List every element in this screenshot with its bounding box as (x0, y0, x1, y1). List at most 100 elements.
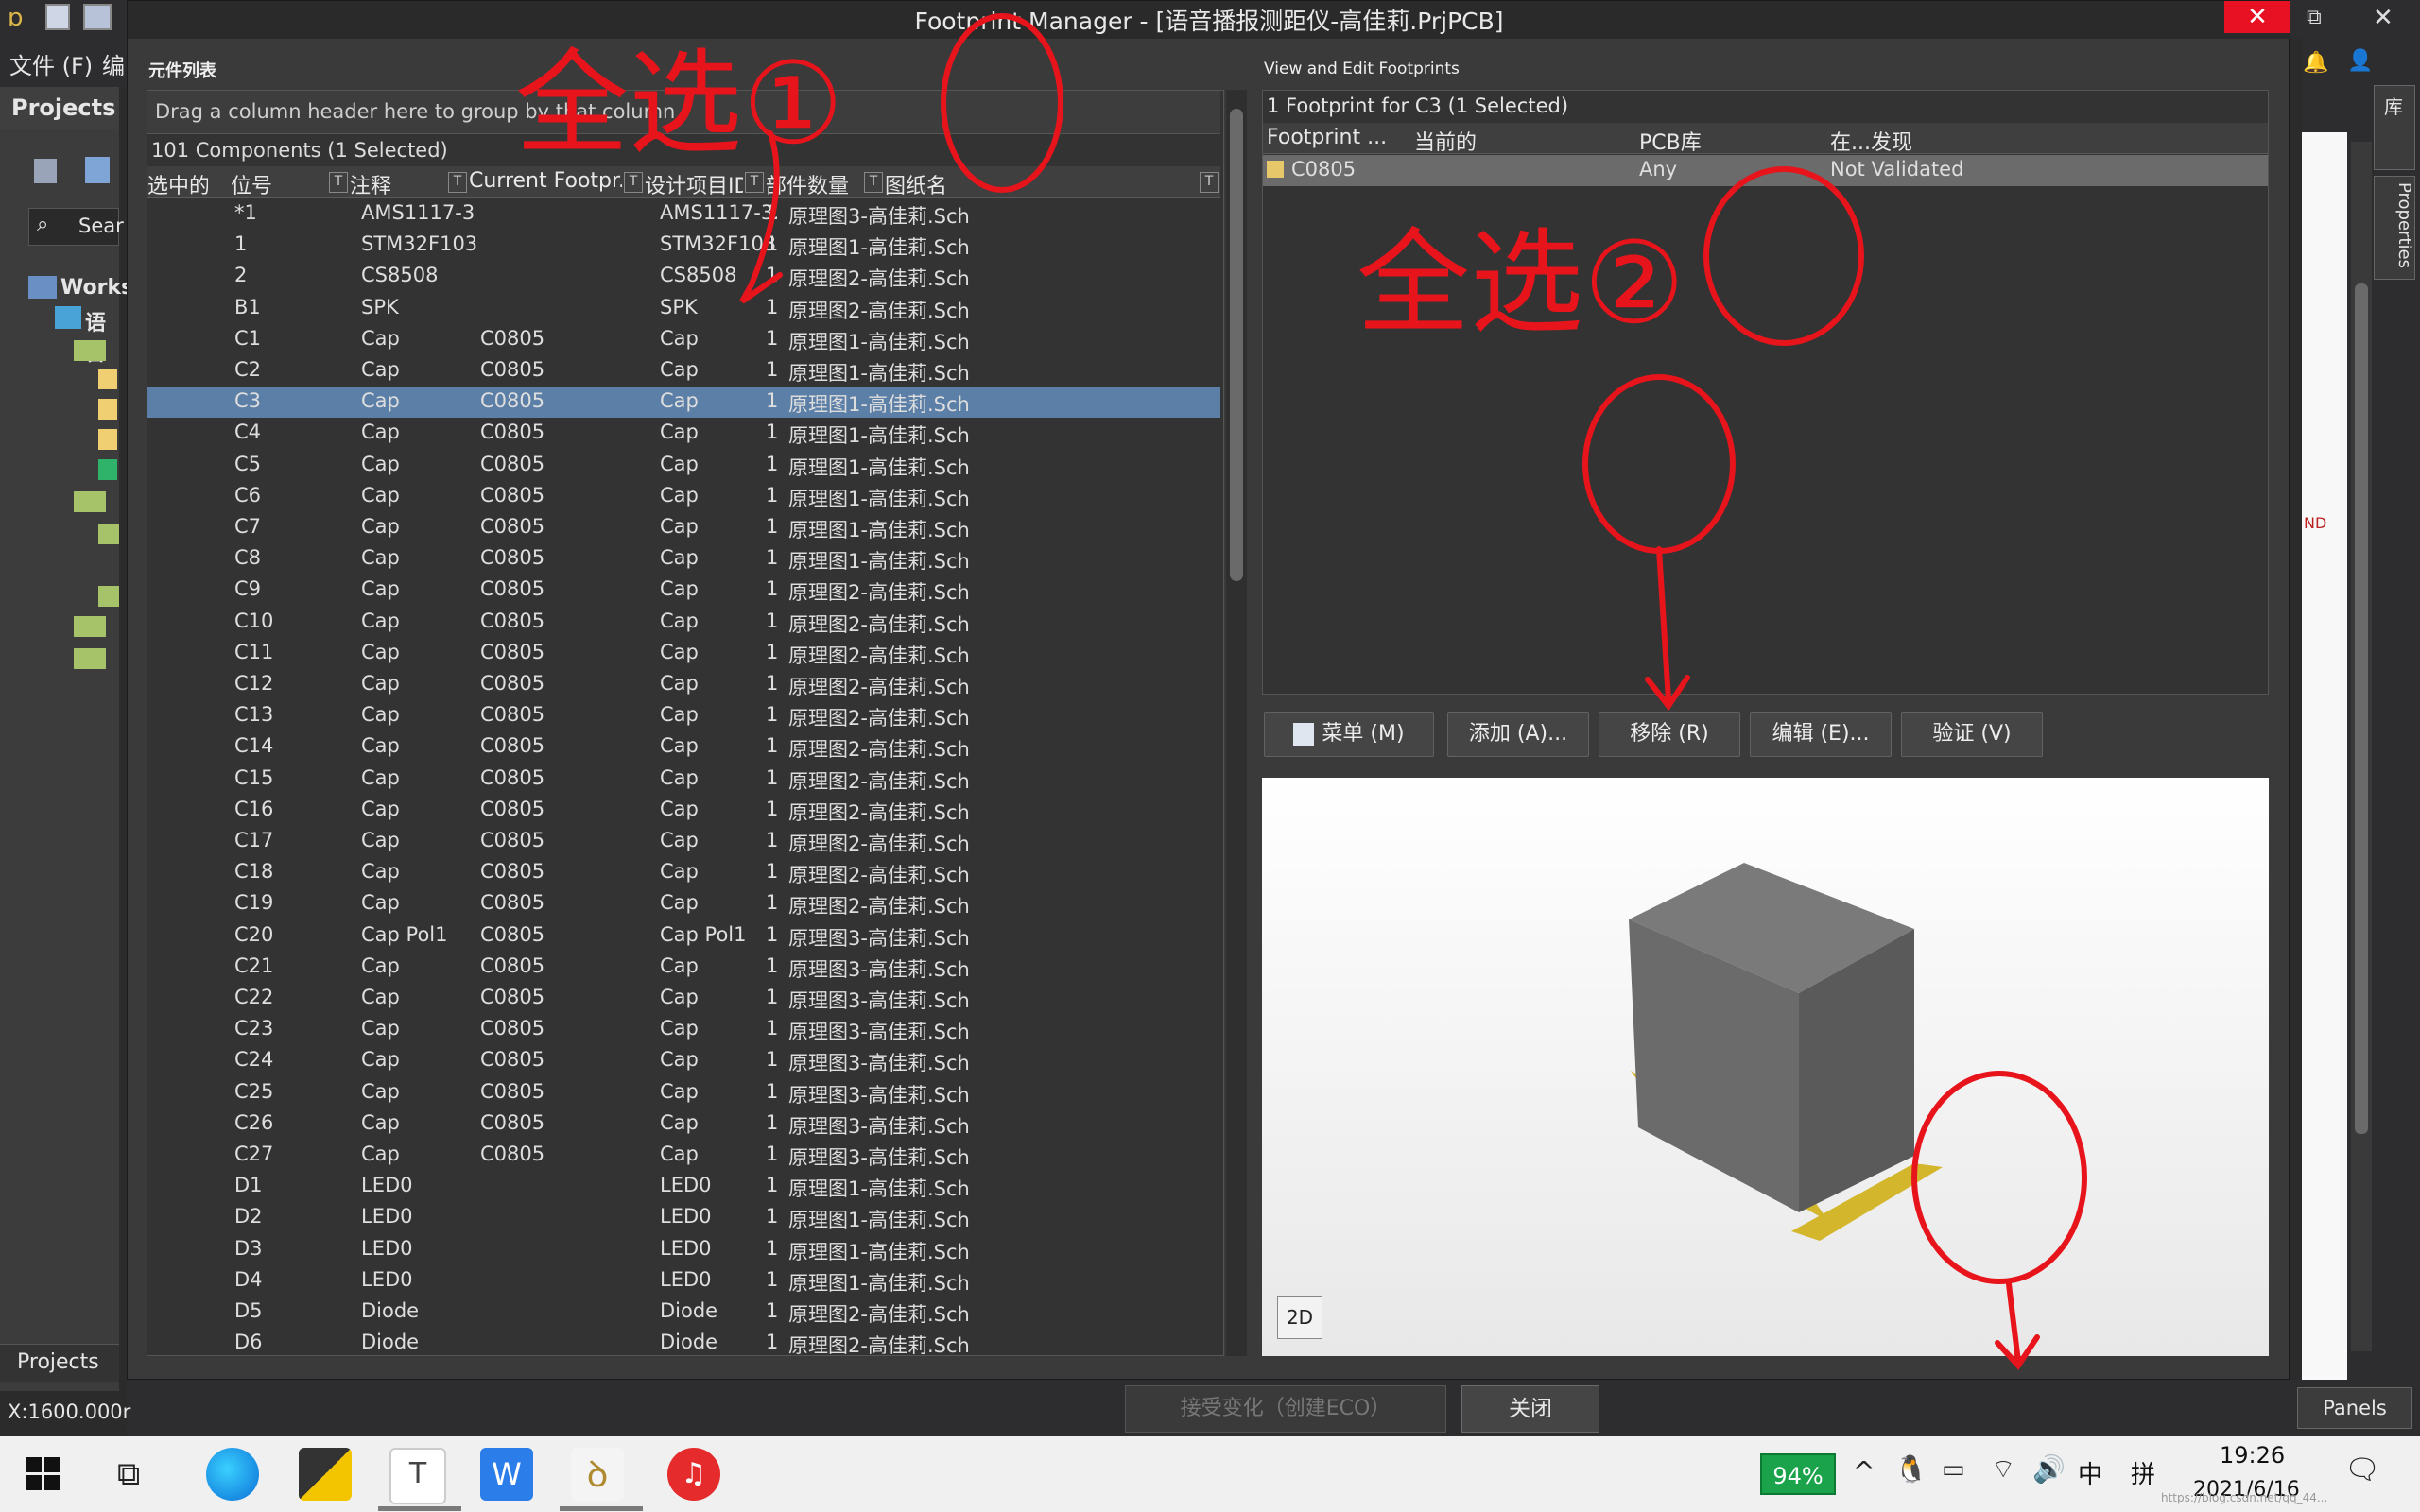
table-row[interactable]: C14 Cap C0805 Cap 1 原理图2-高佳莉.Sch (147, 731, 1220, 763)
table-row[interactable]: C27 Cap C0805 Cap 1 原理图3-高佳莉.Sch (147, 1140, 1220, 1171)
restore-icon[interactable]: ⧉ (2307, 6, 2322, 29)
wps-writer-icon[interactable]: W (480, 1448, 533, 1501)
project-options-icon[interactable] (85, 157, 110, 183)
edit-button[interactable]: 编辑 (E)... (1750, 712, 1892, 757)
add-button[interactable]: 添加 (A)... (1447, 712, 1589, 757)
table-row[interactable]: C26 Cap C0805 Cap 1 原理图3-高佳莉.Sch (147, 1108, 1220, 1140)
table-row[interactable]: C18 Cap C0805 Cap 1 原理图2-高佳莉.Sch (147, 857, 1220, 888)
table-row[interactable]: 1STM32F103CSTM32F103C1原理图1-高佳莉.Sch (147, 230, 1220, 261)
table-row[interactable]: C25 Cap C0805 Cap 1 原理图3-高佳莉.Sch (147, 1077, 1220, 1108)
ime-language[interactable]: 中 (2078, 1455, 2102, 1490)
table-row[interactable]: C21 Cap C0805 Cap 1 原理图3-高佳莉.Sch (147, 952, 1220, 983)
column-header[interactable]: 注释 (350, 169, 446, 199)
window-close-icon[interactable]: ✕ (2373, 4, 2394, 32)
column-header[interactable]: 部件数量 (766, 169, 862, 199)
table-row[interactable]: C6 Cap C0805 Cap 1 原理图1-高佳莉.Sch (147, 481, 1220, 512)
projects-bottom-tab[interactable]: Projects (17, 1350, 99, 1374)
table-row[interactable]: C17 Cap C0805 Cap 1 原理图2-高佳莉.Sch (147, 826, 1220, 857)
grid-scrollbar[interactable] (1226, 90, 1247, 1356)
save-project-icon[interactable] (34, 159, 57, 183)
battery-indicator[interactable]: 94% (1760, 1453, 1836, 1495)
table-row[interactable]: C4 Cap C0805 Cap 1 原理图1-高佳莉.Sch (147, 418, 1220, 449)
table-row[interactable]: D3 LED0 LED0 1 原理图1-高佳莉.Sch (147, 1234, 1220, 1265)
column-header[interactable]: Current Footpr... (469, 169, 622, 193)
windows-start-icon[interactable] (26, 1457, 60, 1491)
document-icon[interactable] (98, 399, 117, 420)
wifi-icon[interactable]: ⌔ (1991, 1453, 2015, 1486)
table-row[interactable]: C15 Cap C0805 Cap 1 原理图2-高佳莉.Sch (147, 764, 1220, 795)
notification-center-icon[interactable]: 🗨 (2344, 1453, 2380, 1486)
user-icon[interactable]: 👤 (2347, 49, 2373, 73)
netease-music-icon[interactable]: ♫ (667, 1448, 720, 1501)
document-icon[interactable] (98, 369, 117, 389)
table-row[interactable]: C23 Cap C0805 Cap 1 原理图3-高佳莉.Sch (147, 1014, 1220, 1045)
table-row[interactable]: C5 Cap C0805 Cap 1 原理图1-高佳莉.Sch (147, 450, 1220, 481)
task-view-icon[interactable]: ⧉ (117, 1455, 140, 1493)
altium-designer-icon[interactable]: ꝺ (571, 1448, 624, 1501)
folder-icon[interactable] (74, 340, 106, 361)
footprint-column-header[interactable]: PCB库 (1639, 126, 1702, 156)
table-row[interactable]: C16 Cap C0805 Cap 1 原理图2-高佳莉.Sch (147, 795, 1220, 826)
remove-button[interactable]: 移除 (R) (1599, 712, 1740, 757)
tree-workspace[interactable]: Works (60, 276, 133, 300)
sticky-app-icon[interactable] (299, 1448, 352, 1501)
clock-time[interactable]: 19:26 (2220, 1442, 2285, 1469)
table-row[interactable]: C2 Cap C0805 Cap 1 原理图1-高佳莉.Sch (147, 355, 1220, 387)
battery-icon[interactable]: ▭ (1942, 1455, 1965, 1484)
tray-expand-icon[interactable]: ^ (1853, 1455, 1875, 1486)
volume-icon[interactable]: 🔊 (2032, 1453, 2066, 1485)
column-filter-icon[interactable]: T (448, 172, 467, 193)
validate-button[interactable]: 验证 (V) (1901, 712, 2043, 757)
library-side-tab[interactable]: 库 (2374, 85, 2415, 170)
table-row[interactable]: C22 Cap C0805 Cap 1 原理图3-高佳莉.Sch (147, 983, 1220, 1014)
column-filter-icon[interactable]: T (329, 172, 348, 193)
save-all-icon[interactable] (83, 4, 112, 30)
notification-bell-icon[interactable]: 🔔 (2303, 51, 2328, 75)
table-row[interactable]: C12 Cap C0805 Cap 1 原理图2-高佳莉.Sch (147, 669, 1220, 700)
view-2d-toggle[interactable]: 2D (1277, 1296, 1322, 1339)
panels-button[interactable]: Panels (2297, 1387, 2412, 1429)
project-search-input[interactable]: Sear (78, 215, 124, 237)
ime-mode[interactable]: 拼 (2131, 1455, 2155, 1490)
table-row[interactable]: C24 Cap C0805 Cap 1 原理图3-高佳莉.Sch (147, 1045, 1220, 1076)
table-row[interactable]: 2 CS8508 CS8508 1 原理图2-高佳莉.Sch (147, 261, 1220, 292)
table-row[interactable]: C10 Cap C0805 Cap 1 原理图2-高佳莉.Sch (147, 607, 1220, 638)
table-row[interactable]: D2 LED0 LED0 1 原理图1-高佳莉.Sch (147, 1202, 1220, 1233)
table-row[interactable]: B1 SPK SPK 1 原理图2-高佳莉.Sch (147, 293, 1220, 324)
table-row[interactable]: C19 Cap C0805 Cap 1 原理图2-高佳莉.Sch (147, 888, 1220, 919)
folder-icon[interactable] (98, 524, 119, 544)
menu-file[interactable]: 文件 (F) (9, 47, 93, 80)
folder-icon[interactable] (74, 491, 106, 512)
folder-icon[interactable] (98, 586, 119, 607)
table-row[interactable]: C11 Cap C0805 Cap 1 原理图2-高佳莉.Sch (147, 638, 1220, 669)
typora-icon[interactable]: T (389, 1448, 446, 1504)
table-row[interactable]: D4 LED0 LED0 1 原理图1-高佳莉.Sch (147, 1265, 1220, 1297)
properties-side-tab[interactable]: Properties (2374, 176, 2415, 280)
column-filter-icon[interactable]: T (864, 172, 883, 193)
folder-icon[interactable] (74, 616, 106, 637)
pcb-document-icon[interactable] (98, 459, 117, 480)
menu-button[interactable]: 菜单 (M) (1264, 712, 1434, 757)
footprint-row[interactable]: C0805 Any Not Validated (1263, 155, 2268, 186)
footprint-column-header[interactable]: 当前的 (1414, 126, 1477, 156)
column-filter-icon[interactable]: T (624, 172, 643, 193)
footprint-3d-preview[interactable]: 2D (1262, 778, 2269, 1356)
table-row[interactable]: C20 Cap Pol1 C0805 Cap Pol1 1 原理图3-高佳莉.Sch (147, 920, 1220, 952)
column-header[interactable]: 选中的 (147, 169, 208, 199)
table-row[interactable]: C8 Cap C0805 Cap 1 原理图1-高佳莉.Sch (147, 543, 1220, 575)
close-button[interactable]: 关闭 (1461, 1385, 1599, 1433)
accept-changes-button[interactable]: 接受变化（创建ECO） (1125, 1385, 1446, 1433)
table-row[interactable]: C9 Cap C0805 Cap 1 原理图2-高佳莉.Sch (147, 575, 1220, 606)
grid-scroll-thumb[interactable] (1230, 109, 1243, 581)
footprint-column-header[interactable]: Footprint ... (1267, 126, 1387, 149)
column-header[interactable]: 图纸名 (885, 169, 1198, 199)
qq-icon[interactable]: 🐧 (1894, 1453, 1927, 1485)
table-row[interactable]: C3 Cap C0805 Cap 1 原理图1-高佳莉.Sch (147, 387, 1220, 419)
footprint-column-header[interactable]: 在...发现 (1830, 126, 1912, 156)
table-row[interactable]: *1AMS1117-3.3AMS1117-3.31原理图3-高佳莉.Sch (147, 198, 1220, 230)
table-row[interactable]: D1 LED0 LED0 1 原理图1-高佳莉.Sch (147, 1171, 1220, 1202)
save-icon[interactable] (45, 4, 70, 30)
canvas-scrollbar[interactable] (2351, 142, 2372, 1351)
table-row[interactable]: D5 Diode Diode 1 原理图2-高佳莉.Sch (147, 1297, 1220, 1328)
table-row[interactable]: C13 Cap C0805 Cap 1 原理图2-高佳莉.Sch (147, 700, 1220, 731)
